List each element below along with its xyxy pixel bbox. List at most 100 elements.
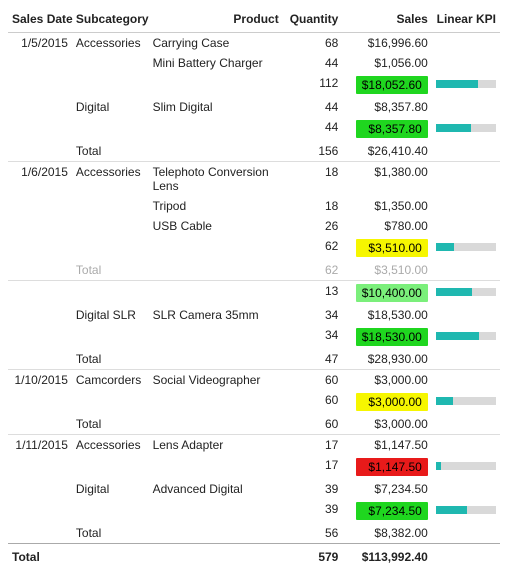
table-row: DigitalAdvanced Digital39$7,234.50 (8, 479, 500, 499)
cell-sales: $1,056.00 (342, 53, 431, 73)
cell-subcategory (72, 196, 149, 216)
cell-kpi (432, 499, 500, 523)
cell-sales: $18,052.60 (342, 73, 431, 97)
table-row: 39$7,234.50 (8, 499, 500, 523)
cell-subcategory: Total (72, 349, 149, 370)
cell-date (8, 349, 72, 370)
cell-quantity: 62 (283, 236, 343, 260)
cell-quantity: 39 (283, 499, 343, 523)
cell-product (149, 390, 283, 414)
cell-sales: $7,234.50 (342, 499, 431, 523)
cell-subcategory (72, 117, 149, 141)
cell-quantity: 34 (283, 305, 343, 325)
sales-kpi-badge: $10,400.00 (356, 284, 428, 302)
cell-sales: $8,382.00 (342, 523, 431, 544)
grand-total-row: Total 579 $113,992.40 (8, 544, 500, 571)
linear-kpi-bar (436, 332, 496, 340)
cell-quantity: 44 (283, 117, 343, 141)
cell-sales: $16,996.60 (342, 33, 431, 54)
table-row: DigitalSlim Digital44$8,357.80 (8, 97, 500, 117)
cell-subcategory: Total (72, 414, 149, 435)
cell-product: SLR Camera 35mm (149, 305, 283, 325)
col-product[interactable]: Product (149, 8, 283, 33)
cell-date (8, 305, 72, 325)
cell-kpi (432, 455, 500, 479)
cell-subcategory (72, 499, 149, 523)
cell-product: USB Cable (149, 216, 283, 236)
cell-subcategory: Accessories (72, 33, 149, 54)
cell-kpi (432, 281, 500, 305)
table-row: 1/5/2015AccessoriesCarrying Case68$16,99… (8, 33, 500, 54)
sales-kpi-badge: $1,147.50 (356, 458, 428, 476)
cell-date (8, 73, 72, 97)
cell-date (8, 414, 72, 435)
cell-quantity: 39 (283, 479, 343, 499)
cell-kpi (432, 73, 500, 97)
table-row: 44 $8,357.80 (8, 117, 500, 141)
cell-kpi (432, 435, 500, 455)
cell-kpi (432, 216, 500, 236)
sales-kpi-badge: $8,357.80 (356, 120, 428, 138)
cell-sales: $26,410.40 (342, 141, 431, 162)
cell-quantity: 18 (283, 196, 343, 216)
table-row: 60$3,000.00 (8, 390, 500, 414)
cell-sales: $3,000.00 (342, 390, 431, 414)
cell-date (8, 53, 72, 73)
table-row: 1/10/2015CamcordersSocial Videographer60… (8, 370, 500, 390)
linear-kpi-bar (436, 124, 496, 132)
cell-sales: $28,930.00 (342, 349, 431, 370)
sales-kpi-badge: $3,510.00 (356, 239, 428, 257)
cell-subcategory (72, 73, 149, 97)
linear-kpi-bar (436, 288, 496, 296)
cell-product (149, 414, 283, 435)
cell-product (149, 236, 283, 260)
col-sales-date[interactable]: Sales Date (8, 8, 72, 33)
cell-subcategory (72, 216, 149, 236)
cell-product: Carrying Case (149, 33, 283, 54)
col-linear-kpi[interactable]: Linear KPI (432, 8, 500, 33)
col-subcategory[interactable]: Subcategory (72, 8, 149, 33)
cell-date (8, 97, 72, 117)
cell-date (8, 455, 72, 479)
cell-kpi (432, 162, 500, 196)
cell-product (149, 499, 283, 523)
cell-product (149, 523, 283, 544)
cell-sales: $10,400.00 (342, 281, 431, 305)
cell-quantity: 13 (283, 281, 343, 305)
cell-product (149, 117, 283, 141)
cell-kpi (432, 260, 500, 281)
cell-subcategory (72, 236, 149, 260)
cell-kpi (432, 414, 500, 435)
cell-date (8, 499, 72, 523)
cell-quantity: 112 (283, 73, 343, 97)
cell-kpi (432, 53, 500, 73)
cell-product: Tripod (149, 196, 283, 216)
table-row: Digital SLRSLR Camera 35mm34$18,530.00 (8, 305, 500, 325)
cell-date: 1/6/2015 (8, 162, 72, 196)
sales-kpi-badge: $3,000.00 (356, 393, 428, 411)
cell-sales: $3,510.00 (342, 260, 431, 281)
cell-kpi (432, 370, 500, 390)
cell-date (8, 281, 72, 305)
cell-date (8, 479, 72, 499)
cell-sales: $18,530.00 (342, 325, 431, 349)
table-row: 34$18,530.00 (8, 325, 500, 349)
cell-product: Telephoto Conversion Lens (149, 162, 283, 196)
cell-date (8, 523, 72, 544)
grand-total-sales: $113,992.40 (342, 544, 431, 571)
cell-product (149, 349, 283, 370)
cell-subcategory: Digital (72, 479, 149, 499)
cell-kpi (432, 349, 500, 370)
col-sales[interactable]: Sales (342, 8, 431, 33)
cell-sales: $780.00 (342, 216, 431, 236)
cell-date: 1/11/2015 (8, 435, 72, 455)
cell-subcategory: Total (72, 141, 149, 162)
cell-kpi (432, 141, 500, 162)
cell-quantity: 17 (283, 435, 343, 455)
col-quantity[interactable]: Quantity (283, 8, 343, 33)
cell-product: Mini Battery Charger (149, 53, 283, 73)
cell-date (8, 141, 72, 162)
table-row: 1/6/2015AccessoriesTelephoto Conversion … (8, 162, 500, 196)
cell-kpi (432, 196, 500, 216)
table-row: 1/11/2015AccessoriesLens Adapter17$1,147… (8, 435, 500, 455)
